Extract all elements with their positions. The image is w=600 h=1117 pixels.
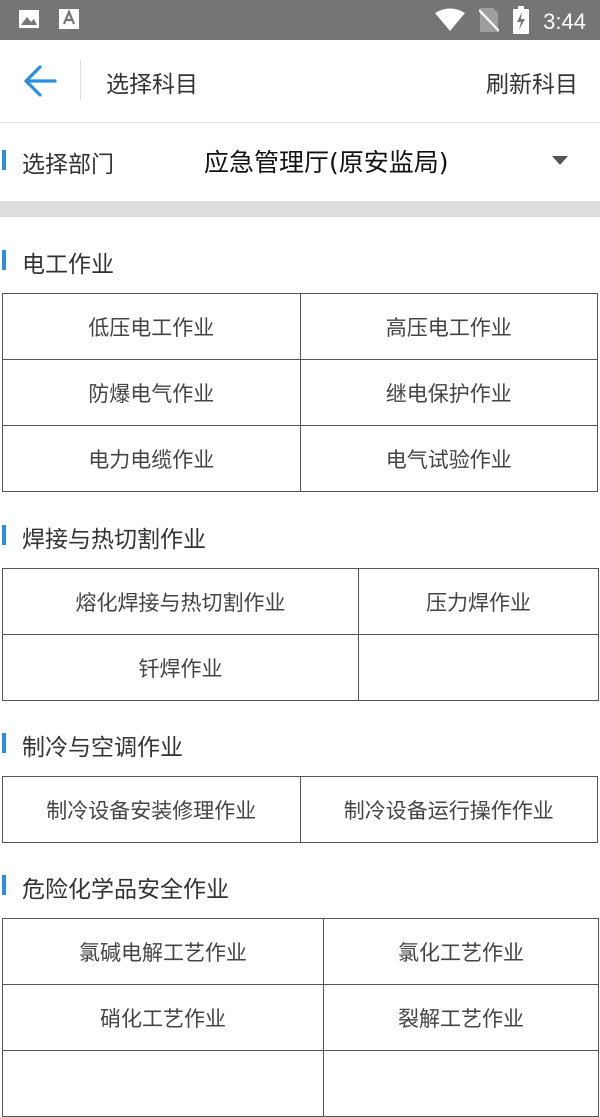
department-value[interactable]: 应急管理厅(原安监局) [204,143,449,179]
subject-item-partial[interactable] [323,1050,599,1117]
subject-item[interactable]: 高压电工作业 [299,293,598,360]
subject-item[interactable]: 制冷设备安装修理作业 [2,776,301,843]
subject-item[interactable]: 制冷设备运行操作作业 [299,776,598,843]
section-title-welding: 焊接与热切割作业 [22,527,206,553]
section-title-hazardous-chemicals: 危险化学品安全作业 [22,877,229,903]
subject-item[interactable]: 电气试验作业 [299,425,598,492]
section-marker [2,250,6,270]
status-bar: 3:44 [0,0,600,40]
subject-item[interactable]: 电力电缆作业 [2,425,301,492]
subject-grid-hazardous-chemicals: 氯碱电解工艺作业 氯化工艺作业 硝化工艺作业 裂解工艺作业 [2,918,599,1117]
battery-charging-icon [513,6,530,38]
refresh-subjects-button[interactable]: 刷新科目 [486,65,578,99]
section-marker [2,733,6,753]
subject-item[interactable]: 防爆电气作业 [2,359,301,426]
section-marker [2,525,6,545]
app-bar: 选择科目 刷新科目 [0,40,600,123]
subject-item[interactable]: 钎焊作业 [2,634,359,701]
dropdown-caret-icon[interactable] [552,156,568,165]
section-marker [2,150,6,170]
arrow-left-icon [24,65,57,97]
subject-item[interactable]: 低压电工作业 [2,293,301,360]
wifi-icon [435,8,466,36]
subject-item[interactable]: 硝化工艺作业 [2,984,324,1051]
subject-item-partial[interactable] [2,1050,324,1117]
subject-item[interactable]: 继电保护作业 [299,359,598,426]
section-divider [0,201,600,217]
subject-item[interactable]: 熔化焊接与热切割作业 [2,568,359,635]
image-icon [18,8,40,30]
page-title: 选择科目 [106,72,198,98]
subject-grid-refrigeration: 制冷设备安装修理作业 制冷设备运行操作作业 [2,776,598,843]
department-selector[interactable]: 选择部门 应急管理厅(原安监局) [0,123,600,201]
subject-item[interactable]: 氯碱电解工艺作业 [2,918,324,985]
section-marker [2,875,6,895]
font-icon [58,8,80,30]
clock: 3:44 [543,9,586,34]
section-title-refrigeration: 制冷与空调作业 [22,735,183,761]
subject-item[interactable]: 氯化工艺作业 [323,918,599,985]
section-title-electrical: 电工作业 [22,252,114,278]
no-sim-icon [478,7,500,37]
department-label: 选择部门 [22,152,114,178]
subject-grid-electrical: 低压电工作业 高压电工作业 防爆电气作业 继电保护作业 电力电缆作业 电气试验作… [2,293,598,492]
header-divider [80,60,81,100]
subject-item[interactable]: 压力焊作业 [358,568,599,635]
subject-grid-welding: 熔化焊接与热切割作业 压力焊作业 钎焊作业 [2,568,599,701]
subject-item-empty [358,634,599,701]
back-button[interactable] [22,64,58,98]
subject-item[interactable]: 裂解工艺作业 [323,984,599,1051]
